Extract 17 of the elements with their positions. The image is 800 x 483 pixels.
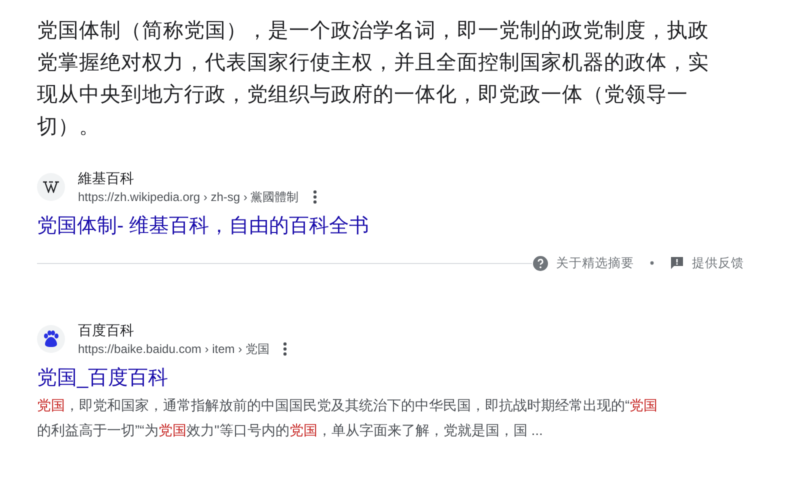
help-icon[interactable] <box>533 256 548 271</box>
dot-separator-icon <box>650 261 654 266</box>
more-options-icon[interactable] <box>312 190 317 204</box>
paw-icon <box>37 324 65 353</box>
result-url: https://zh.wikipedia.org › zh-sg › 黨國體制 <box>78 189 299 206</box>
wikipedia-logo-icon <box>37 173 65 201</box>
about-snippet-link[interactable]: 关于精选摘要 <box>556 254 634 273</box>
result-url: https://baike.baidu.com › item › 党国 <box>78 340 270 358</box>
feedback-link[interactable]: 提供反馈 <box>692 254 744 273</box>
result-title-link[interactable]: 党国体制- 维基百科，自由的百科全书 <box>37 213 370 239</box>
site-name: 百度百科 <box>78 320 135 340</box>
site-name: 維基百科 <box>78 169 135 188</box>
feedback-icon[interactable] <box>670 256 684 270</box>
more-options-icon[interactable] <box>283 342 288 356</box>
result-snippet: 党国，即党和国家，通常指解放前的中国国民党及其统治下的中华民国，即抗战时期经常出现的“党国 的利益高于一切”“为党国效力"等口号内的党国，单从字面来了解，党就是国，国 ... <box>37 396 659 440</box>
featured-snippet-text: 党国体制（简称党国），是一个政治学名词，即一党制的政党制度，执政党掌握绝对权力，代表国家行使主权，并且全面控制国家机器的政体，实现从中央到地方行政，党组织与政府的一体化，即党政一体（党领导一切）。 <box>37 18 710 140</box>
result-title-link[interactable]: 党国_百度百科 <box>37 364 168 391</box>
